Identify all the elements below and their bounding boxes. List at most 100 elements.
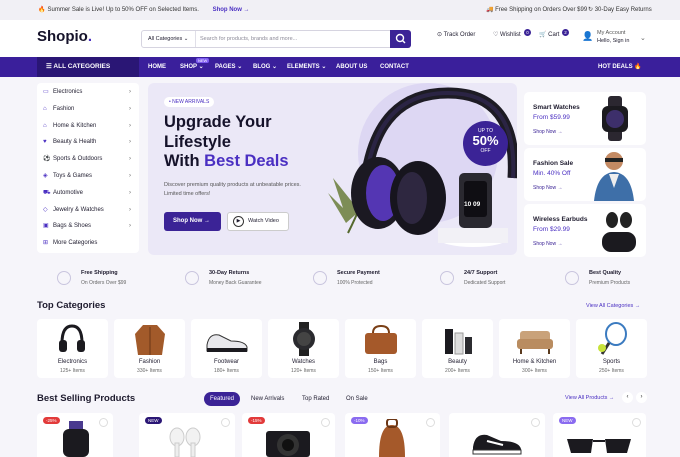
nav-pages[interactable]: PAGES ⌄	[215, 57, 242, 77]
track-order-link[interactable]: ⊙ Track Order	[437, 31, 475, 38]
chevron-right-icon: ›	[129, 139, 131, 146]
category-card-fashion[interactable]: Fashion 330+ Items	[114, 319, 185, 378]
jacket-icon	[135, 325, 165, 355]
category-card-bags[interactable]: Bags 150+ Items	[345, 319, 416, 378]
sidebar-item-home-kitchen[interactable]: ⌂ Home & Kitchen ›	[43, 118, 135, 135]
wishlist-link[interactable]: ♡ Wishlist	[493, 31, 521, 38]
promo-shop-link[interactable]: Shop Now →	[533, 241, 562, 247]
hot-deals-label: HOT DEALS	[598, 64, 633, 70]
search-input[interactable]: Search for products, brands and more...	[200, 31, 385, 47]
logo-dot: .	[87, 28, 92, 45]
product-card-smartwatch[interactable]: -25%	[37, 413, 113, 457]
wishlist-heart-icon[interactable]	[531, 418, 540, 427]
sidebar-item-toys-games[interactable]: ◈ Toys & Games ›	[43, 168, 135, 185]
product-card-earbuds[interactable]: NEW	[139, 413, 235, 457]
discount-badge: -25%	[43, 417, 60, 424]
nav-home[interactable]: HOME	[148, 57, 166, 77]
sidebar-item-more-categories[interactable]: ⊞ More Categories	[43, 235, 135, 252]
category-sidebar: ▭ Electronics › ⌂ Fashion › ⌂ Home & Kitchen ›…	[37, 83, 139, 253]
category-card-sports[interactable]: Sports 250+ Items	[576, 319, 647, 378]
sidebar-item-bags-shoes[interactable]: ▣ Bags & Shoes ›	[43, 218, 135, 235]
sidebar-item-beauty-health[interactable]: ♥ Beauty & Health ›	[43, 134, 135, 151]
nav-shop-label: SHOP	[180, 64, 197, 70]
grid-icon: ⊞	[43, 240, 49, 247]
category-card-electronics[interactable]: Electronics 125+ Items	[37, 319, 108, 378]
sports-icon: ⚽	[43, 156, 51, 163]
product-card-backpack[interactable]: -10%	[345, 413, 440, 457]
search-category-select[interactable]: All Categories ⌄	[142, 31, 196, 47]
wishlist-heart-icon[interactable]	[321, 418, 330, 427]
sneaker-icon	[206, 334, 248, 352]
product-card-sneakers[interactable]	[449, 413, 545, 457]
tab-top-rated[interactable]: Top Rated	[302, 392, 329, 406]
sidebar-item-automotive[interactable]: ⛟ Automotive ›	[43, 185, 135, 202]
tab-new-arrivals[interactable]: New Arrivals	[251, 392, 284, 406]
sidebar-item-fashion[interactable]: ⌂ Fashion ›	[43, 101, 135, 118]
promo-shop-now-link[interactable]: Shop Now →	[213, 7, 250, 13]
feature-subtitle: 100% Protected	[337, 280, 373, 286]
promo-shop-link[interactable]: Shop Now →	[533, 185, 562, 191]
sidebar-item-label: Jewelry & Watches	[53, 206, 104, 213]
discount-badge: -10%	[351, 417, 368, 424]
wishlist-heart-icon[interactable]	[426, 418, 435, 427]
track-icon: ⊙	[437, 32, 444, 38]
sidebar-item-label: Electronics	[53, 89, 83, 95]
product-card-sunglasses[interactable]: NEW	[553, 413, 646, 457]
chevron-right-icon: ›	[129, 122, 131, 129]
shield-icon	[313, 271, 327, 285]
view-all-categories-link[interactable]: View All Categories →	[586, 303, 640, 309]
category-name: Bags	[373, 359, 388, 365]
tab-on-sale[interactable]: On Sale	[346, 392, 368, 406]
category-card-beauty[interactable]: Beauty 200+ Items	[422, 319, 493, 378]
sidebar-item-label: Automotive	[53, 189, 84, 196]
top-categories-title: Top Categories	[37, 300, 106, 311]
category-card-watches[interactable]: Watches 120+ Items	[268, 319, 339, 378]
promo-card-wireless-earbuds[interactable]: Wireless Earbuds From $29.99 Shop Now →	[524, 204, 646, 257]
badge-bottom-text: OFF	[480, 148, 491, 154]
sidebar-item-electronics[interactable]: ▭ Electronics ›	[43, 84, 135, 101]
hero-title-line2: Lifestyle	[164, 132, 231, 151]
prev-arrow-icon[interactable]: ‹	[622, 392, 633, 403]
nav-blog[interactable]: BLOG ⌄	[253, 57, 277, 77]
sneaker-image	[472, 434, 522, 455]
promo-price: Min. 40% Off	[533, 170, 571, 177]
promo-card-fashion-sale[interactable]: Fashion Sale Min. 40% Off Shop Now →	[524, 148, 646, 201]
sofa-icon	[517, 331, 553, 354]
watch-video-label: Watch Video	[248, 218, 279, 224]
sidebar-item-jewelry-watches[interactable]: ◇ Jewelry & Watches ›	[43, 202, 135, 219]
hero-tag-label: NEW ARRIVALS	[172, 99, 210, 105]
search-icon	[395, 33, 406, 44]
logo[interactable]: Shopio.	[37, 28, 92, 45]
category-card-footwear[interactable]: Footwear 180+ Items	[191, 319, 262, 378]
discount-badge: -15%	[248, 417, 265, 424]
nav-hot-deals[interactable]: HOT DEALS 🔥	[598, 57, 642, 77]
all-categories-button[interactable]: ☰ ALL CATEGORIES	[37, 57, 139, 77]
hero-watch-video-button[interactable]: ▶ Watch Video	[227, 212, 289, 231]
promo-shop-link[interactable]: Shop Now →	[533, 129, 562, 135]
product-card-camera[interactable]: -15%	[242, 413, 335, 457]
nav-about-us[interactable]: ABOUT US	[336, 57, 367, 77]
hero-title-line3: With	[164, 152, 205, 170]
sidebar-item-sports-outdoors[interactable]: ⚽ Sports & Outdoors ›	[43, 151, 135, 168]
next-arrow-icon[interactable]: ›	[636, 392, 647, 403]
wishlist-heart-icon[interactable]	[632, 418, 641, 427]
new-badge: NEW	[559, 417, 576, 424]
cart-count-badge: 2	[562, 29, 569, 36]
badge-value: 50%	[472, 133, 499, 148]
view-all-products-link[interactable]: View All Products →	[565, 395, 614, 401]
tab-featured[interactable]: Featured	[204, 392, 240, 406]
wishlist-heart-icon[interactable]	[99, 418, 108, 427]
nav-contact[interactable]: CONTACT	[380, 57, 409, 77]
nav-elements[interactable]: ELEMENTS ⌄	[287, 57, 326, 77]
wishlist-heart-icon[interactable]	[221, 418, 230, 427]
search-button[interactable]	[390, 30, 411, 48]
nav-elements-label: ELEMENTS	[287, 64, 320, 70]
cart-link[interactable]: 🛒 Cart	[539, 31, 559, 38]
account-menu[interactable]: My Account Hello, Sign in	[597, 30, 629, 44]
hero-shop-now-button[interactable]: Shop Now →	[164, 212, 221, 231]
chevron-right-icon: ›	[129, 189, 131, 196]
promo-card-smart-watches[interactable]: Smart Watches From $59.99 Shop Now →	[524, 92, 646, 145]
category-name: Electronics	[57, 359, 88, 365]
category-card-home-kitchen[interactable]: Home & Kitchen 300+ Items	[499, 319, 570, 378]
category-name: Watches	[291, 359, 316, 365]
